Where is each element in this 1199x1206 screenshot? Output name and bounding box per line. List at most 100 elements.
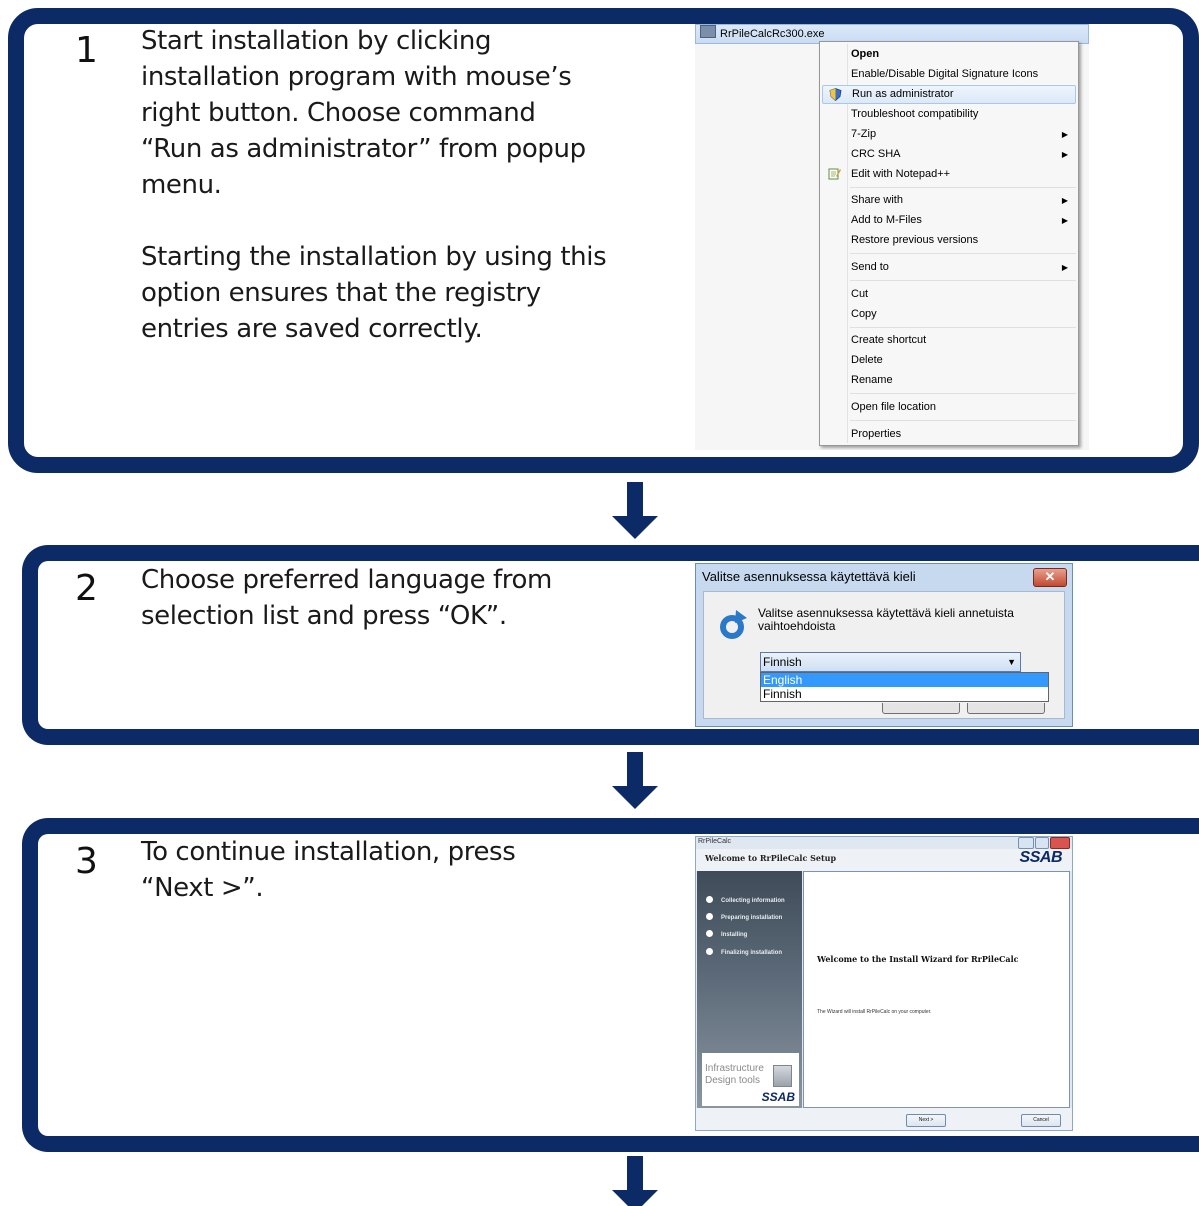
menu-item-open[interactable]: Open: [822, 45, 1076, 64]
wizard-step-sidebar: Collecting information Preparing install…: [697, 871, 802, 1108]
menu-separator: [850, 187, 1076, 188]
down-arrow-icon: [612, 752, 658, 809]
menu-separator: [850, 280, 1076, 281]
language-dialog-screenshot: Valitse asennuksessa käytettävä kieli ✕ …: [695, 563, 1073, 727]
menu-item-send-to[interactable]: Send to ▶: [822, 258, 1076, 277]
menu-item-label: Edit with Notepad++: [851, 168, 951, 180]
context-menu-screenshot: RrPileCalcRc300.exe Open Enable/Disable …: [695, 24, 1089, 450]
brand-panel: Infrastructure Design tools SSAB: [702, 1053, 799, 1106]
language-select-value: Finnish: [763, 655, 802, 669]
menu-item-label: Run as administrator: [852, 88, 954, 100]
step-text-line: Starting the installation by using this: [141, 242, 607, 272]
menu-item-properties[interactable]: Properties: [822, 425, 1076, 444]
window-controls: [1017, 837, 1070, 849]
step-3-number: 3: [75, 841, 98, 882]
language-select[interactable]: Finnish ▼: [760, 652, 1021, 672]
ok-button[interactable]: [882, 703, 960, 714]
menu-item-label: Send to: [851, 261, 889, 273]
menu-item-label: Cut: [851, 288, 869, 300]
menu-item-share-with[interactable]: Share with ▶: [822, 191, 1076, 210]
wizard-step-label: Preparing installation: [721, 915, 783, 921]
step-text-line: entries are saved correctly.: [141, 314, 483, 344]
wizard-content: Welcome to the Install Wizard for RrPile…: [803, 871, 1070, 1108]
submenu-arrow-icon: ▶: [1061, 196, 1068, 205]
step-2-text: Choose preferred language from selection…: [141, 562, 552, 634]
product-box-icon: [773, 1065, 792, 1087]
menu-separator: [850, 420, 1076, 421]
maximize-icon[interactable]: [1035, 837, 1049, 849]
menu-item-troubleshoot[interactable]: Troubleshoot compatibility: [822, 105, 1076, 124]
next-button[interactable]: Next >: [906, 1114, 946, 1127]
down-arrow-icon: [612, 1156, 658, 1206]
submenu-arrow-icon: ▶: [1061, 130, 1068, 139]
step-text-line: [141, 203, 606, 239]
menu-separator: [850, 393, 1076, 394]
down-arrow-icon: [612, 482, 658, 539]
close-button[interactable]: ✕: [1033, 568, 1067, 587]
brand-text: Infrastructure Design tools: [705, 1063, 764, 1087]
notepad-icon: [828, 168, 841, 180]
menu-separator: [850, 327, 1076, 328]
step-bullet-icon: [706, 948, 713, 955]
file-name: RrPileCalcRc300.exe: [720, 28, 825, 40]
exe-file-icon: [700, 25, 716, 38]
submenu-arrow-icon: ▶: [1061, 216, 1068, 225]
menu-item-label: Delete: [851, 354, 883, 366]
menu-item-run-as-administrator[interactable]: Run as administrator: [822, 85, 1076, 104]
menu-item-digital-signature[interactable]: Enable/Disable Digital Signature Icons: [822, 65, 1076, 84]
submenu-arrow-icon: ▶: [1061, 263, 1068, 272]
menu-item-edit-notepad[interactable]: Edit with Notepad++: [822, 165, 1076, 184]
wizard-footer: Next > Cancel: [696, 1108, 1072, 1130]
step-text-line: “Run as administrator” from popup: [141, 134, 586, 164]
menu-item-label: Create shortcut: [851, 334, 927, 346]
menu-item-restore-versions[interactable]: Restore previous versions: [822, 231, 1076, 250]
language-option-finnish[interactable]: Finnish: [761, 687, 1048, 701]
wizard-header: Welcome to RrPileCalc Setup SSAB: [696, 849, 1072, 871]
submenu-arrow-icon: ▶: [1061, 150, 1068, 159]
step-text-line: Choose preferred language from: [141, 565, 552, 595]
menu-item-copy[interactable]: Copy: [822, 305, 1076, 324]
dialog-message: Valitse asennuksessa käytettävä kieli an…: [758, 606, 1014, 633]
wizard-window-title: RrPileCalc: [698, 838, 732, 845]
step-3-text: To continue installation, press “Next >”…: [141, 834, 516, 906]
language-option-english[interactable]: English: [761, 673, 1048, 687]
menu-item-label: Open: [851, 48, 880, 60]
menu-item-rename[interactable]: Rename: [822, 371, 1076, 390]
wizard-welcome-title: Welcome to the Install Wizard for RrPile…: [817, 954, 1019, 964]
menu-item-7zip[interactable]: 7-Zip ▶: [822, 125, 1076, 144]
step-2-number: 2: [75, 568, 98, 609]
brand-text-line: Infrastructure: [705, 1063, 764, 1074]
menu-item-open-file-location[interactable]: Open file location: [822, 398, 1076, 417]
menu-item-cut[interactable]: Cut: [822, 285, 1076, 304]
menu-item-crc-sha[interactable]: CRC SHA ▶: [822, 145, 1076, 164]
menu-item-add-to-mfiles[interactable]: Add to M-Files ▶: [822, 211, 1076, 230]
step-1-number: 1: [75, 30, 98, 71]
step-text-line: “Next >”.: [141, 873, 264, 903]
cancel-button[interactable]: [967, 703, 1045, 714]
wizard-step: Installing: [706, 930, 747, 938]
wizard-header-title: Welcome to RrPileCalc Setup: [705, 853, 837, 863]
wizard-step-label: Collecting information: [721, 898, 785, 904]
menu-item-create-shortcut[interactable]: Create shortcut: [822, 331, 1076, 350]
brand-text-line: Design tools: [705, 1075, 761, 1086]
menu-item-label: 7-Zip: [851, 128, 877, 140]
chevron-down-icon: ▼: [1007, 657, 1016, 667]
step-bullet-icon: [706, 913, 713, 920]
close-icon[interactable]: [1050, 837, 1070, 849]
menu-item-label: CRC SHA: [851, 148, 901, 160]
menu-item-label: Restore previous versions: [851, 234, 979, 246]
minimize-icon[interactable]: [1018, 837, 1034, 849]
shield-icon: [829, 88, 842, 101]
menu-item-label: Properties: [851, 428, 902, 440]
menu-item-delete[interactable]: Delete: [822, 351, 1076, 370]
step-text-line: Start installation by clicking: [141, 26, 492, 56]
installer-icon: [720, 610, 747, 639]
step-text-line: To continue installation, press: [141, 837, 516, 867]
dialog-body: Valitse asennuksessa käytettävä kieli an…: [703, 591, 1065, 719]
wizard-step: Preparing installation: [706, 913, 782, 921]
wizard-step-label: Installing: [721, 932, 748, 938]
menu-item-label: Troubleshoot compatibility: [851, 108, 979, 120]
cancel-button[interactable]: Cancel: [1021, 1114, 1061, 1127]
wizard-step: Finalizing installation: [706, 948, 782, 956]
step-1-text: Start installation by clicking installat…: [141, 23, 607, 347]
